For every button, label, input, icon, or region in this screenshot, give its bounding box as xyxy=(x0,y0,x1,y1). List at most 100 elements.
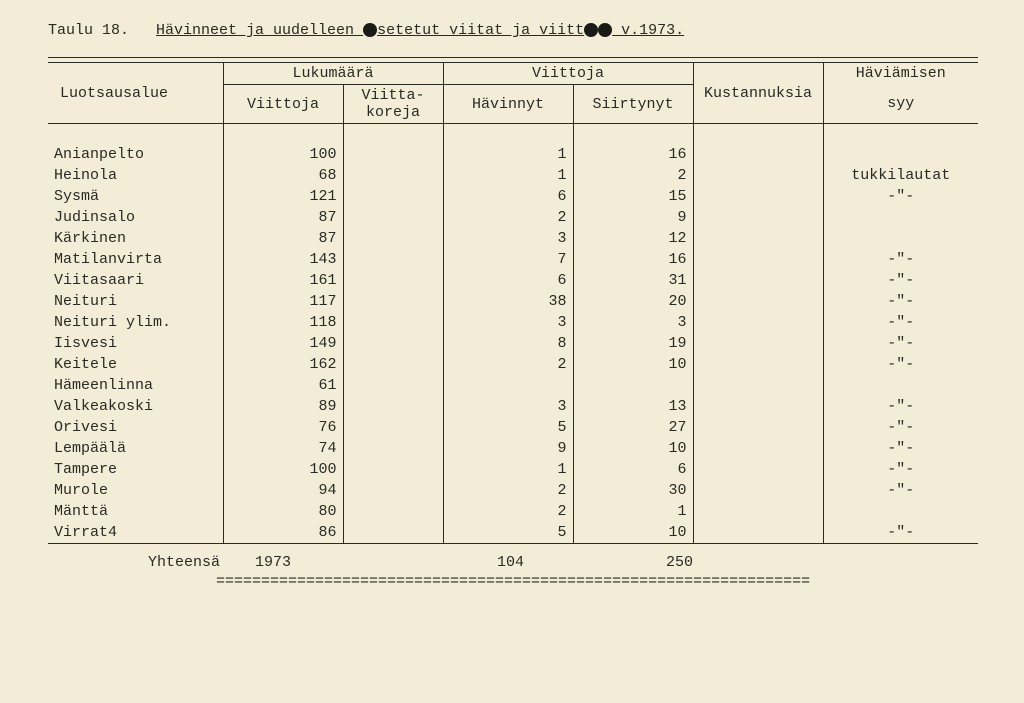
table-row: Neituri117 3820 -"- xyxy=(48,291,978,312)
cell-area: Murole xyxy=(48,480,223,501)
hole-punch-icon xyxy=(584,23,598,37)
cell-siirtynyt: 1 xyxy=(573,501,693,522)
cell-syy xyxy=(823,228,978,249)
cell-viittoja: 149 xyxy=(223,333,343,354)
cell-havinnyt: 1 xyxy=(443,459,573,480)
cell-syy: -"- xyxy=(823,312,978,333)
table-row: Keitele162210-"- xyxy=(48,354,978,375)
cell-kustannuksia xyxy=(693,186,823,207)
double-underline: ========================================… xyxy=(48,573,984,590)
cell-viittakoreja xyxy=(343,270,443,291)
cell-area: Kärkinen xyxy=(48,228,223,249)
col-header-kustannuksia: Kustannuksia xyxy=(693,63,823,124)
cell-viittoja: 100 xyxy=(223,144,343,165)
cell-area: Valkeakoski xyxy=(48,396,223,417)
cell-syy: -"- xyxy=(823,396,978,417)
cell-siirtynyt: 3 xyxy=(573,312,693,333)
cell-viittoja: 89 xyxy=(223,396,343,417)
cell-viittakoreja xyxy=(343,375,443,396)
cell-viittoja: 143 xyxy=(223,249,343,270)
totals-viittoja: 1973 xyxy=(255,554,315,571)
cell-syy: -"- xyxy=(823,480,978,501)
col-subheader-viittoja: Viittoja xyxy=(223,85,343,124)
cell-viittakoreja xyxy=(343,438,443,459)
cell-viittakoreja xyxy=(343,459,443,480)
cell-siirtynyt: 13 xyxy=(573,396,693,417)
cell-havinnyt: 3 xyxy=(443,312,573,333)
title-prefix: Taulu 18. xyxy=(48,22,129,39)
cell-havinnyt: 5 xyxy=(443,522,573,544)
cell-kustannuksia xyxy=(693,312,823,333)
cell-viittoja: 74 xyxy=(223,438,343,459)
cell-kustannuksia xyxy=(693,501,823,522)
table-row: Sysmä121615-"- xyxy=(48,186,978,207)
cell-siirtynyt: 20 xyxy=(573,291,693,312)
cell-area: Mänttä xyxy=(48,501,223,522)
cell-havinnyt: 1 xyxy=(443,144,573,165)
col-subheader-viittakoreja: Viitta- koreja xyxy=(343,85,443,124)
cell-area: Keitele xyxy=(48,354,223,375)
cell-area: Judinsalo xyxy=(48,207,223,228)
cell-kustannuksia xyxy=(693,480,823,501)
cell-siirtynyt: 6 xyxy=(573,459,693,480)
cell-viittoja: 100 xyxy=(223,459,343,480)
hole-punch-icon xyxy=(363,23,377,37)
cell-siirtynyt: 31 xyxy=(573,270,693,291)
table-row: Tampere10016-"- xyxy=(48,459,978,480)
cell-area: Iisvesi xyxy=(48,333,223,354)
cell-area: Neituri xyxy=(48,291,223,312)
cell-syy: tukkilautat xyxy=(823,165,978,186)
cell-syy: -"- xyxy=(823,438,978,459)
cell-syy: -"- xyxy=(823,186,978,207)
cell-viittoja: 86 xyxy=(223,522,343,544)
table-row: Kärkinen87312 xyxy=(48,228,978,249)
cell-kustannuksia xyxy=(693,333,823,354)
col-subheader-syy: syy xyxy=(823,85,978,124)
table-row: Neituri ylim.11833-"- xyxy=(48,312,978,333)
cell-viittoja: 118 xyxy=(223,312,343,333)
title-underlined: Hävinneet ja uudelleen setetut viitat ja… xyxy=(156,22,684,39)
cell-siirtynyt: 19 xyxy=(573,333,693,354)
totals-havinnyt: 104 xyxy=(324,554,544,571)
cell-viittoja: 87 xyxy=(223,207,343,228)
cell-area: Tampere xyxy=(48,459,223,480)
cell-syy: -"- xyxy=(823,270,978,291)
col-header-lukumaara: Lukumäärä xyxy=(223,63,443,85)
cell-syy: -"- xyxy=(823,291,978,312)
cell-siirtynyt: 15 xyxy=(573,186,693,207)
cell-havinnyt: 5 xyxy=(443,417,573,438)
cell-area: Virrat4 xyxy=(48,522,223,544)
cell-havinnyt: 6 xyxy=(443,186,573,207)
cell-viittakoreja xyxy=(343,354,443,375)
cell-viittoja: 117 xyxy=(223,291,343,312)
cell-havinnyt: 6 xyxy=(443,270,573,291)
cell-viittoja: 61 xyxy=(223,375,343,396)
cell-syy xyxy=(823,501,978,522)
cell-kustannuksia xyxy=(693,396,823,417)
col-subheader-havinnyt: Hävinnyt xyxy=(443,85,573,124)
cell-havinnyt: 38 xyxy=(443,291,573,312)
cell-havinnyt xyxy=(443,375,573,396)
table-row: Heinola6812tukkilautat xyxy=(48,165,978,186)
cell-viittakoreja xyxy=(343,522,443,544)
cell-siirtynyt: 10 xyxy=(573,354,693,375)
cell-havinnyt: 2 xyxy=(443,480,573,501)
cell-viittakoreja xyxy=(343,333,443,354)
cell-viittoja: 94 xyxy=(223,480,343,501)
cell-siirtynyt: 10 xyxy=(573,522,693,544)
cell-siirtynyt: 9 xyxy=(573,207,693,228)
cell-area: Hämeenlinna xyxy=(48,375,223,396)
page-title: Taulu 18. Hävinneet ja uudelleen setetut… xyxy=(48,22,984,39)
cell-havinnyt: 2 xyxy=(443,207,573,228)
col-header-viittoja: Viittoja xyxy=(443,63,693,85)
cell-havinnyt: 1 xyxy=(443,165,573,186)
cell-siirtynyt: 16 xyxy=(573,144,693,165)
totals-row: Yhteensä 1973 104 250 xyxy=(48,554,984,571)
table-row: Mänttä8021 xyxy=(48,501,978,522)
cell-viittakoreja xyxy=(343,165,443,186)
cell-viittakoreja xyxy=(343,396,443,417)
cell-viittoja: 161 xyxy=(223,270,343,291)
cell-kustannuksia xyxy=(693,417,823,438)
cell-kustannuksia xyxy=(693,228,823,249)
cell-syy: -"- xyxy=(823,417,978,438)
